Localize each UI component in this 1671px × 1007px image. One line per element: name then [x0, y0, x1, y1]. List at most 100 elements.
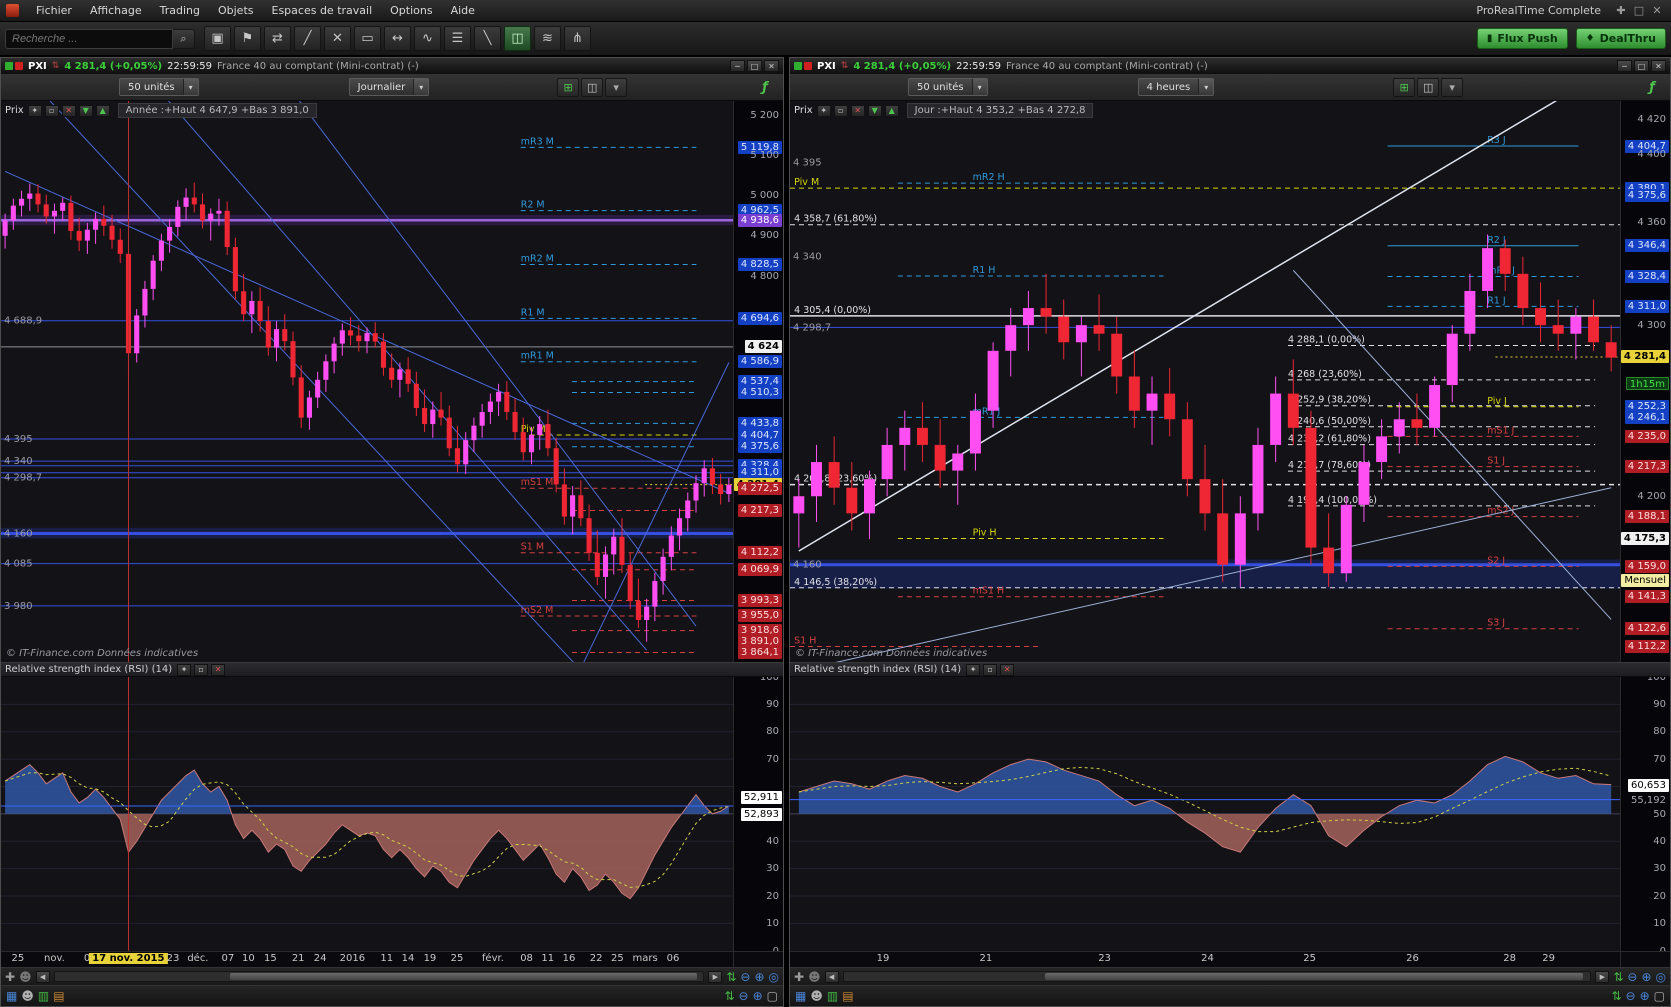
rsi-axis[interactable]: 100 90 80 70 60,653 55,192 50 40 30 20 10 0 [1620, 677, 1670, 951]
units-dropdown[interactable]: 50 unités ▾ [908, 78, 988, 96]
panel-settings-icon[interactable]: ✦ [27, 104, 42, 117]
pointer-tool-icon[interactable]: ☻ [808, 971, 821, 983]
expand-icon[interactable]: ▢ [1654, 990, 1665, 1002]
link-scale-icon[interactable]: ⇅ [726, 971, 736, 983]
menu-aide[interactable]: Aide [442, 2, 484, 19]
time-axis[interactable]: 19 21 23 24 25 26 28 29 [790, 951, 1670, 967]
rsi-settings-icon[interactable]: ✦ [177, 663, 192, 676]
menu-fichier[interactable]: Fichier [27, 2, 81, 19]
crosshair-tool-icon[interactable]: ✚ [5, 971, 15, 983]
restore-window-icon[interactable]: □ [1631, 4, 1647, 17]
crosshair-tool-icon[interactable]: ✚ [794, 971, 804, 983]
orders-icon[interactable]: ▥ [38, 990, 49, 1002]
search-icon[interactable]: ⌕ [173, 28, 195, 49]
scrollbar-thumb[interactable] [1045, 973, 1583, 980]
panel-settings-icon[interactable]: ✦ [816, 104, 831, 117]
panel-upload-icon[interactable]: ▲ [95, 104, 110, 117]
new-chart-icon[interactable]: ▦ [6, 990, 17, 1002]
pattern-tool-icon[interactable]: ≋ [534, 26, 561, 51]
account-icon[interactable]: ☻ [21, 990, 34, 1002]
dealthru-button[interactable]: ♦ DealThru [1575, 28, 1666, 49]
scroll-right-button[interactable]: ▶ [708, 970, 723, 983]
close-button[interactable]: ✕ [1651, 60, 1666, 72]
units-dropdown[interactable]: 50 unités ▾ [119, 78, 199, 96]
screenshot-icon[interactable]: ▣ [204, 26, 231, 51]
add-indicator-icon[interactable]: ⊞ [1393, 77, 1416, 97]
new-chart-icon[interactable]: ▦ [795, 990, 806, 1002]
expand-icon[interactable]: ▢ [767, 990, 778, 1002]
minimize-button[interactable]: ─ [730, 60, 745, 72]
panel-download-icon[interactable]: ▼ [78, 104, 93, 117]
maximize-button[interactable]: □ [747, 60, 762, 72]
alerts-icon[interactable]: ⚑ [234, 26, 261, 51]
close-window-icon[interactable]: ✕ [1649, 4, 1665, 17]
panel-close-icon[interactable]: ✕ [61, 104, 76, 117]
menu-objets[interactable]: Objets [209, 2, 263, 19]
menu-options[interactable]: Options [381, 2, 441, 19]
rsi-chart-canvas[interactable] [790, 677, 1620, 951]
orders-icon[interactable]: ▥ [827, 990, 838, 1002]
panel-download-icon[interactable]: ▼ [867, 104, 882, 117]
scrollbar-track[interactable] [53, 971, 705, 982]
fibonacci-tool-icon[interactable]: ☰ [444, 26, 471, 51]
zigzag-tool-icon[interactable]: ∿ [414, 26, 441, 51]
scroll-left-button[interactable]: ◀ [35, 970, 50, 983]
account-icon[interactable]: ☻ [810, 990, 823, 1002]
price-axis[interactable]: 5 200 5 119,8 5 100 5 000 4 962,5 4 938,6 4 90… [733, 101, 783, 663]
chart-style-caret-icon[interactable]: ▾ [605, 77, 628, 97]
rsi-settings-icon[interactable]: ✦ [966, 663, 981, 676]
zoom-in-icon[interactable]: ⊕ [1641, 971, 1651, 983]
rsi-axis[interactable]: 100 90 80 70 52,911 52,893 40 30 20 10 0 [733, 677, 783, 951]
panel-detach-icon[interactable]: ▫ [44, 104, 59, 117]
move-tool-icon[interactable]: ↔ [384, 26, 411, 51]
rsi-chart-canvas[interactable] [1, 677, 733, 951]
price-chart-canvas[interactable]: R3 JmR2 HPiv M4 358,7 (61,80%)R2 JR1 HmR… [790, 101, 1620, 663]
panel-upload-icon[interactable]: ▲ [884, 104, 899, 117]
flux-push-button[interactable]: ▮ Flux Push [1476, 28, 1568, 49]
reset-zoom-icon[interactable]: ◎ [1656, 971, 1666, 983]
rsi-detach-icon[interactable]: ▫ [983, 663, 998, 676]
zoom-out-icon[interactable]: ⊖ [1627, 971, 1637, 983]
close-button[interactable]: ✕ [764, 60, 779, 72]
scroll-right-button[interactable]: ▶ [1595, 970, 1610, 983]
time-axis[interactable]: 25nov.0917 nov. 201523déc.07101521242016… [1, 951, 783, 967]
probacktest-icon[interactable]: ƒ [1642, 78, 1662, 97]
vertical-scale-icon[interactable]: ⇅ [724, 990, 734, 1002]
menu-espaces-de-travail[interactable]: Espaces de travail [263, 2, 382, 19]
reset-zoom-icon[interactable]: ◎ [769, 971, 779, 983]
panel-close-icon[interactable]: ✕ [850, 104, 865, 117]
segment-tool-icon[interactable]: ╲ [474, 26, 501, 51]
list-icon[interactable]: ▤ [53, 990, 64, 1002]
price-chart-canvas[interactable]: mR3 MR2 MmR2 MR1 MmR1 MPiv MmS1 MS1 MmS2… [1, 101, 733, 663]
link-scale-icon[interactable]: ⇅ [1613, 971, 1623, 983]
rectangle-tool-icon[interactable]: ▭ [354, 26, 381, 51]
search-input[interactable] [5, 28, 173, 49]
scrollbar-track[interactable] [842, 971, 1592, 982]
scrollbar-thumb[interactable] [229, 973, 697, 980]
zoom-out-icon[interactable]: ⊖ [1626, 990, 1636, 1002]
compare-icon[interactable]: ⇄ [264, 26, 291, 51]
timeframe-dropdown[interactable]: Journalier ▾ [348, 78, 430, 96]
list-icon[interactable]: ▤ [842, 990, 853, 1002]
menu-affichage[interactable]: Affichage [81, 2, 151, 19]
zoom-out-icon[interactable]: ⊖ [740, 971, 750, 983]
chart-style-icon[interactable]: ◫ [581, 77, 604, 97]
menu-trading[interactable]: Trading [151, 2, 209, 19]
scroll-left-button[interactable]: ◀ [824, 970, 839, 983]
delete-tool-icon[interactable]: ✕ [324, 26, 351, 51]
panel-detach-icon[interactable]: ▫ [833, 104, 848, 117]
chart-style-caret-icon[interactable]: ▾ [1441, 77, 1464, 97]
chart-style-icon[interactable]: ◫ [1417, 77, 1440, 97]
window-titlebar[interactable]: PXI ⇅ 4 281,4 (+0,05%) 22:59:59 France 4… [790, 58, 1670, 74]
zoom-in-icon[interactable]: ⊕ [754, 971, 764, 983]
price-axis[interactable]: 4 420 4 404,7 4 400 4 380,1 4 375,6 4 360 4 34… [1620, 101, 1670, 663]
pitchfork-tool-icon[interactable]: ⋔ [564, 26, 591, 51]
pointer-tool-icon[interactable]: ☻ [19, 971, 32, 983]
zoom-in-icon[interactable]: ⊕ [753, 990, 763, 1002]
vertical-scale-icon[interactable]: ⇅ [1611, 990, 1621, 1002]
minimize-button[interactable]: ─ [1617, 60, 1632, 72]
timeframe-dropdown[interactable]: 4 heures ▾ [1137, 78, 1215, 96]
maximize-button[interactable]: □ [1634, 60, 1649, 72]
rsi-close-icon[interactable]: ✕ [1000, 663, 1015, 676]
add-indicator-icon[interactable]: ⊞ [557, 77, 580, 97]
